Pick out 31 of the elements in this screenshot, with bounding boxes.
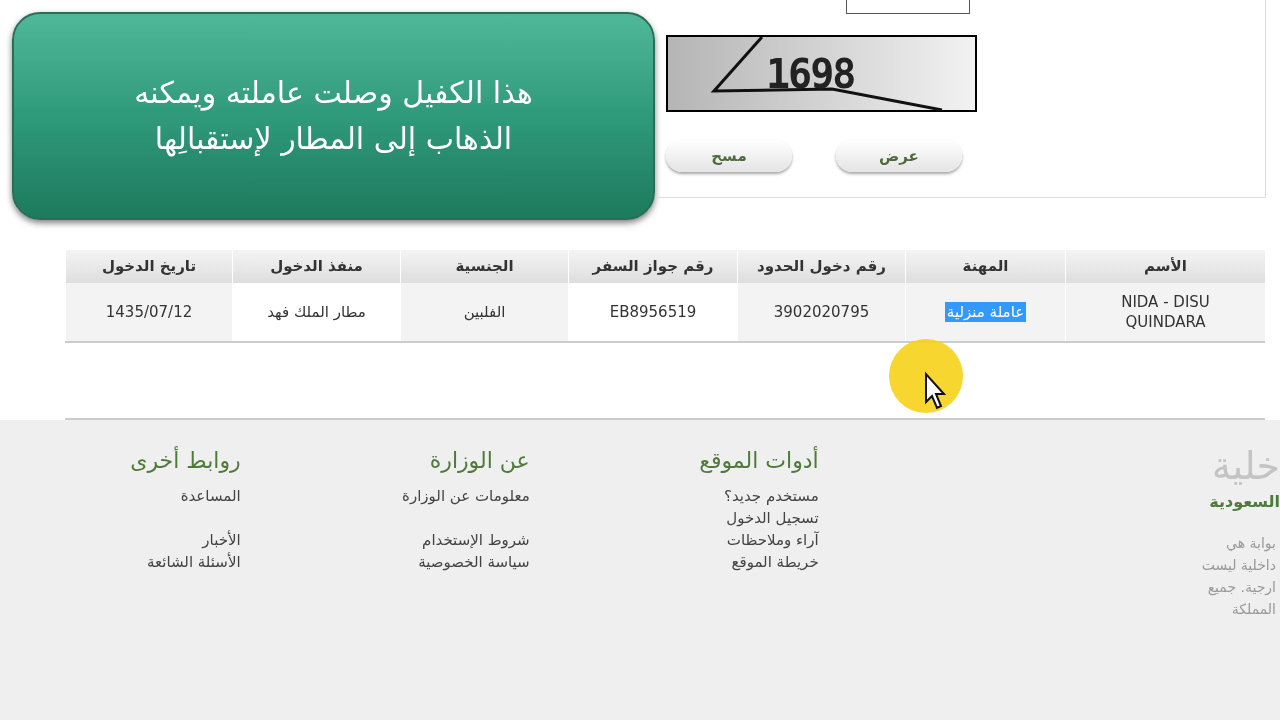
caption-text: هذا الكفيل وصلت عاملته ويمكنه — [134, 74, 533, 113]
footer-link[interactable]: تسجيل الدخول — [726, 507, 819, 529]
footer-link[interactable]: سياسة الخصوصية — [418, 551, 530, 573]
footer-heading: أدوات الموقع — [699, 447, 819, 475]
table-cell-text: NIDA - DISU QUINDARA — [1120, 292, 1211, 332]
footer-heading: روابط أخرى — [130, 447, 241, 475]
form-button[interactable]: مسح — [666, 140, 792, 172]
footer-link[interactable]: المساعدة — [180, 485, 241, 507]
table-cell: عاملة منزلية — [944, 302, 1027, 322]
footer-link[interactable]: خريطة الموقع — [731, 551, 819, 573]
brand-description: داخلية ليست — [1201, 556, 1277, 575]
footer-link[interactable]: مستخدم جديد؟ — [723, 485, 819, 507]
input-field[interactable] — [846, 0, 970, 14]
table-cell-text: 3902020795 — [772, 302, 871, 322]
form-button[interactable]: عرض — [836, 140, 962, 172]
brand-description: بوابة هي — [1226, 534, 1277, 554]
footer-heading: عن الوزارة — [429, 447, 530, 475]
table-cell-text: 1435/07/12 — [104, 302, 194, 322]
table-cell-text: EB8956519 — [608, 302, 698, 322]
table-cell-text: الفلبين — [462, 302, 507, 322]
footer-link[interactable]: آراء وملاحظات — [726, 529, 819, 551]
caption-text: الذهاب إلى المطار لإستقبالِها — [154, 120, 513, 159]
brand-description: ارجية. جميع — [1207, 578, 1277, 598]
footer-link[interactable]: الأسئلة الشائعة — [146, 551, 241, 573]
footer-link[interactable]: معلومات عن الوزارة — [402, 485, 530, 507]
footer-link[interactable]: شروط الإستخدام — [422, 529, 530, 551]
captcha-code: 1698 — [766, 49, 855, 99]
brand-subtitle: السعودية — [1209, 491, 1280, 513]
brand-description: المملكة — [1231, 600, 1277, 619]
table-cell-text: مطار الملك فهد — [266, 302, 367, 322]
footer-link[interactable]: الأخبار — [202, 529, 241, 551]
